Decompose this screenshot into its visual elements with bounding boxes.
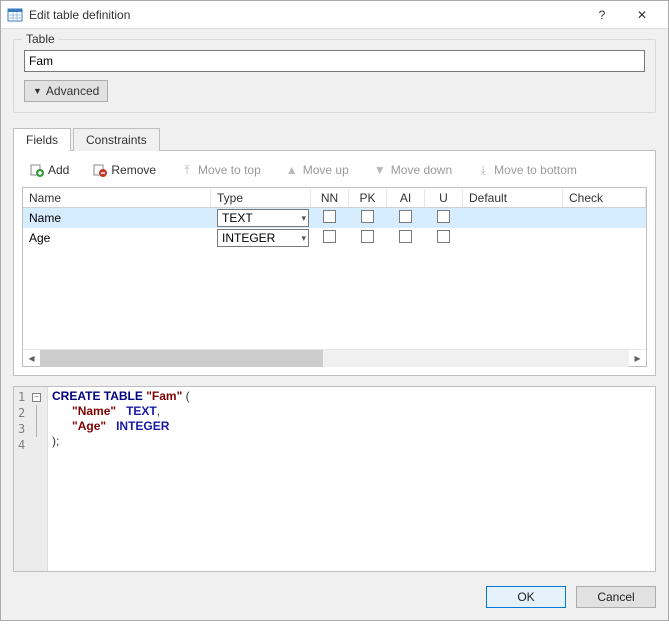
col-type[interactable]: Type: [211, 189, 311, 207]
table-name-input[interactable]: [24, 50, 645, 72]
nn-checkbox[interactable]: [323, 230, 336, 243]
tab-fields[interactable]: Fields: [13, 128, 71, 151]
col-check[interactable]: Check: [563, 189, 646, 207]
col-u[interactable]: U: [425, 189, 463, 207]
move-up-button[interactable]: ▲ Move up: [281, 161, 353, 179]
col-ai[interactable]: AI: [387, 189, 425, 207]
move-up-icon: ▲: [285, 163, 299, 177]
dialog-buttons: OK Cancel: [1, 576, 668, 620]
pk-checkbox[interactable]: [361, 210, 374, 223]
table-group-label: Table: [22, 32, 59, 46]
fields-pane: Add Remove ⤒ Move to top ▲ Move up: [13, 150, 656, 376]
tab-strip: Fields Constraints: [13, 127, 656, 150]
default-cell[interactable]: [463, 236, 563, 240]
pk-checkbox[interactable]: [361, 230, 374, 243]
type-value: INTEGER: [222, 231, 275, 245]
move-top-label: Move to top: [198, 163, 261, 177]
sql-code[interactable]: CREATE TABLE "Fam" ( "Name" TEXT, "Age" …: [48, 387, 194, 571]
col-name[interactable]: Name: [23, 189, 211, 207]
advanced-label: Advanced: [46, 84, 99, 98]
caret-down-icon: ▼: [33, 86, 42, 96]
ai-checkbox[interactable]: [399, 230, 412, 243]
u-checkbox[interactable]: [437, 210, 450, 223]
table-icon: [7, 7, 23, 23]
sql-gutter: 1− 2 3 4: [14, 387, 48, 571]
remove-label: Remove: [111, 163, 156, 177]
fields-toolbar: Add Remove ⤒ Move to top ▲ Move up: [22, 159, 647, 187]
dialog-title: Edit table definition: [29, 8, 582, 22]
move-down-button[interactable]: ▼ Move down: [369, 161, 456, 179]
cancel-button[interactable]: Cancel: [576, 586, 656, 608]
line-number: 3: [16, 421, 45, 437]
move-up-label: Move up: [303, 163, 349, 177]
table-row[interactable]: Name TEXT ▾: [23, 208, 646, 228]
move-top-icon: ⤒: [180, 163, 194, 177]
close-button[interactable]: ✕: [622, 1, 662, 29]
add-icon: [30, 163, 44, 177]
scroll-right-icon[interactable]: ▸: [629, 350, 646, 367]
fields-grid: Name Type NN PK AI U Default Check Name …: [22, 187, 647, 367]
sql-preview: 1− 2 3 4 CREATE TABLE "Fam" ( "Name" TEX…: [13, 386, 656, 572]
add-label: Add: [48, 163, 69, 177]
fold-toggle[interactable]: −: [32, 393, 41, 402]
nn-checkbox[interactable]: [323, 210, 336, 223]
chevron-down-icon: ▾: [301, 213, 306, 224]
u-checkbox[interactable]: [437, 230, 450, 243]
ai-checkbox[interactable]: [399, 210, 412, 223]
check-cell[interactable]: [563, 216, 646, 220]
scroll-thumb[interactable]: [40, 350, 323, 367]
line-number: 4: [16, 437, 45, 453]
move-bottom-button[interactable]: ⤓ Move to bottom: [472, 161, 581, 179]
remove-field-button[interactable]: Remove: [89, 161, 160, 179]
titlebar: Edit table definition ? ✕: [1, 1, 668, 29]
type-value: TEXT: [222, 211, 253, 225]
add-field-button[interactable]: Add: [26, 161, 73, 179]
grid-scrollbar[interactable]: ◂ ▸: [23, 349, 646, 366]
scroll-track[interactable]: [40, 350, 629, 367]
col-pk[interactable]: PK: [349, 189, 387, 207]
col-default[interactable]: Default: [463, 189, 563, 207]
tab-constraints[interactable]: Constraints: [73, 128, 160, 151]
advanced-toggle[interactable]: ▼ Advanced: [24, 80, 108, 102]
help-button[interactable]: ?: [582, 1, 622, 29]
move-down-icon: ▼: [373, 163, 387, 177]
field-name[interactable]: Age: [23, 229, 211, 247]
remove-icon: [93, 163, 107, 177]
move-bottom-icon: ⤓: [476, 163, 490, 177]
field-name[interactable]: Name: [23, 209, 211, 227]
move-top-button[interactable]: ⤒ Move to top: [176, 161, 265, 179]
grid-header: Name Type NN PK AI U Default Check: [23, 188, 646, 208]
table-group: Table ▼ Advanced: [13, 39, 656, 113]
dialog-window: Edit table definition ? ✕ Table ▼ Advanc…: [0, 0, 669, 621]
move-down-label: Move down: [391, 163, 452, 177]
type-combo[interactable]: INTEGER ▾: [217, 229, 309, 247]
table-row[interactable]: Age INTEGER ▾: [23, 228, 646, 248]
type-combo[interactable]: TEXT ▾: [217, 209, 309, 227]
line-number: 2: [16, 405, 45, 421]
scroll-left-icon[interactable]: ◂: [23, 350, 40, 367]
line-number: 1−: [16, 389, 45, 405]
move-bottom-label: Move to bottom: [494, 163, 577, 177]
col-nn[interactable]: NN: [311, 189, 349, 207]
ok-button[interactable]: OK: [486, 586, 566, 608]
chevron-down-icon: ▾: [301, 233, 306, 244]
check-cell[interactable]: [563, 236, 646, 240]
default-cell[interactable]: [463, 216, 563, 220]
